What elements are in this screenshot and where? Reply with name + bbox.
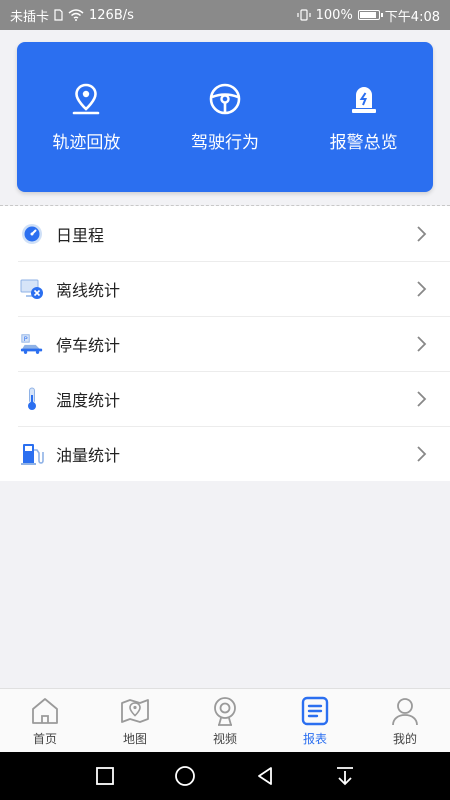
location-pin-icon (73, 83, 100, 114)
report-list: 日里程 离线统计 P 停车统计 温度统计 油量统计 (0, 206, 450, 481)
parking-car-icon: P (20, 332, 44, 356)
back-icon[interactable] (254, 765, 276, 787)
daily-mileage-label: 日里程 (56, 225, 105, 245)
status-left: 未插卡 126B/s (10, 6, 134, 25)
sim-icon (54, 9, 63, 21)
svg-text:P: P (24, 335, 28, 343)
offline-monitor-icon (20, 277, 44, 301)
chevron-right-icon (417, 280, 427, 297)
driving-behavior-label: 驾驶行为 (190, 132, 259, 153)
nav-profile[interactable]: 我的 (360, 695, 450, 747)
track-playback-label: 轨迹回放 (52, 132, 121, 153)
nav-video-label: 视频 (212, 732, 237, 746)
temperature-stats-item[interactable]: 温度统计 (0, 371, 450, 426)
wifi-icon (68, 9, 84, 21)
alarm-overview-label: 报警总览 (329, 132, 398, 153)
map-icon (121, 699, 149, 723)
chevron-right-icon (417, 335, 427, 352)
fuel-pump-icon (20, 442, 44, 466)
nav-home-label: 首页 (32, 732, 57, 746)
nav-profile-label: 我的 (392, 732, 417, 746)
chevron-right-icon (417, 390, 427, 407)
carrier-text: 未插卡 (10, 9, 50, 25)
chevron-right-icon (417, 445, 427, 462)
network-speed: 126B/s (89, 7, 134, 23)
parking-stats-label: 停车统计 (56, 335, 121, 355)
driving-behavior-button[interactable]: 驾驶行为 (160, 82, 290, 153)
battery-percent: 100% (315, 7, 353, 23)
thermometer-icon (20, 387, 44, 411)
odometer-icon (20, 222, 44, 246)
alarm-light-icon (351, 86, 376, 113)
status-right: 100% 下午4:08 (297, 6, 440, 25)
track-playback-button[interactable]: 轨迹回放 (21, 82, 151, 153)
home-icon (32, 698, 58, 724)
battery-icon (357, 10, 383, 20)
nav-video[interactable]: 视频 (180, 695, 270, 747)
nav-home[interactable]: 首页 (0, 695, 90, 747)
bottom-navigation: 首页 地图 视频 报表 我的 (0, 688, 450, 753)
user-icon (392, 698, 418, 726)
home-circle-icon[interactable] (174, 765, 196, 787)
daily-mileage-item[interactable]: 日里程 (0, 206, 450, 261)
status-bar: 未插卡 126B/s 100% 下午4:08 (0, 0, 450, 30)
temperature-stats-label: 温度统计 (56, 390, 121, 410)
offline-stats-item[interactable]: 离线统计 (0, 261, 450, 316)
fuel-stats-label: 油量统计 (56, 445, 121, 465)
nav-map[interactable]: 地图 (90, 695, 180, 747)
camera-icon (214, 697, 236, 726)
offline-stats-label: 离线统计 (56, 280, 121, 300)
chevron-right-icon (417, 225, 427, 242)
fuel-stats-item[interactable]: 油量统计 (0, 426, 450, 481)
clock: 下午4:08 (384, 9, 440, 25)
nav-report[interactable]: 报表 (270, 695, 360, 747)
system-navigation-bar (0, 752, 450, 800)
alarm-overview-button[interactable]: 报警总览 (299, 82, 429, 153)
parking-stats-item[interactable]: P 停车统计 (0, 316, 450, 371)
nav-report-label: 报表 (302, 732, 327, 746)
notification-pull-icon[interactable] (334, 765, 356, 787)
nav-map-label: 地图 (122, 732, 147, 746)
quick-actions-card: 轨迹回放 驾驶行为 报警总览 (17, 42, 433, 192)
report-icon (301, 696, 329, 726)
vibrate-icon (297, 9, 311, 21)
recents-icon[interactable] (94, 765, 116, 787)
steering-wheel-icon (209, 83, 241, 114)
